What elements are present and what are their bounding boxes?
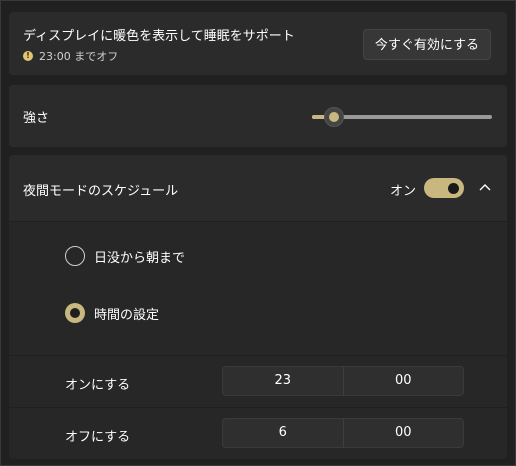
radio-sunset-to-sunrise[interactable]: 日没から朝まで <box>65 246 185 266</box>
info-icon: ! <box>23 51 33 61</box>
strength-label: 強さ <box>23 111 50 126</box>
radio-label: 日没から朝まで <box>94 250 186 266</box>
schedule-header[interactable]: 夜間モードのスケジュール オン <box>9 155 507 221</box>
radio-button-unselected[interactable] <box>65 246 85 266</box>
strength-card: 強さ <box>9 85 507 147</box>
night-light-card: ディスプレイに暖色を表示して睡眠をサポート ! 23:00 までオフ 今すぐ有効… <box>9 12 507 75</box>
turn-off-time-picker[interactable]: 6 00 <box>222 418 464 448</box>
schedule-options: 日没から朝まで 時間の設定 <box>9 222 507 355</box>
radio-button-selected[interactable] <box>65 303 85 323</box>
schedule-label: 夜間モードのスケジュール <box>23 184 179 199</box>
turn-on-row: オンにする 23 00 <box>9 356 507 407</box>
turn-on-minute[interactable]: 00 <box>342 367 464 395</box>
toggle-knob <box>448 183 459 194</box>
turn-off-minute[interactable]: 00 <box>342 419 464 447</box>
chevron-up-icon[interactable] <box>477 179 493 195</box>
night-light-status: ! 23:00 までオフ <box>23 48 118 64</box>
night-light-title: ディスプレイに暖色を表示して睡眠をサポート <box>23 29 295 44</box>
radio-label: 時間の設定 <box>94 307 160 323</box>
turn-on-now-button[interactable]: 今すぐ有効にする <box>363 29 491 60</box>
radio-set-hours[interactable]: 時間の設定 <box>65 303 159 323</box>
turn-off-hour[interactable]: 6 <box>223 419 343 447</box>
schedule-toggle[interactable] <box>424 178 464 198</box>
turn-on-time-picker[interactable]: 23 00 <box>222 366 464 396</box>
turn-off-label: オフにする <box>65 430 131 445</box>
turn-on-hour[interactable]: 23 <box>223 367 343 395</box>
turn-off-row: オフにする 6 00 <box>9 408 507 459</box>
night-light-status-text: 23:00 までオフ <box>39 50 119 63</box>
schedule-toggle-state: オン <box>390 184 417 199</box>
turn-on-label: オンにする <box>65 378 131 393</box>
strength-slider[interactable] <box>312 107 492 127</box>
settings-panel: ディスプレイに暖色を表示して睡眠をサポート ! 23:00 までオフ 今すぐ有効… <box>0 0 516 466</box>
slider-thumb[interactable] <box>324 107 344 127</box>
